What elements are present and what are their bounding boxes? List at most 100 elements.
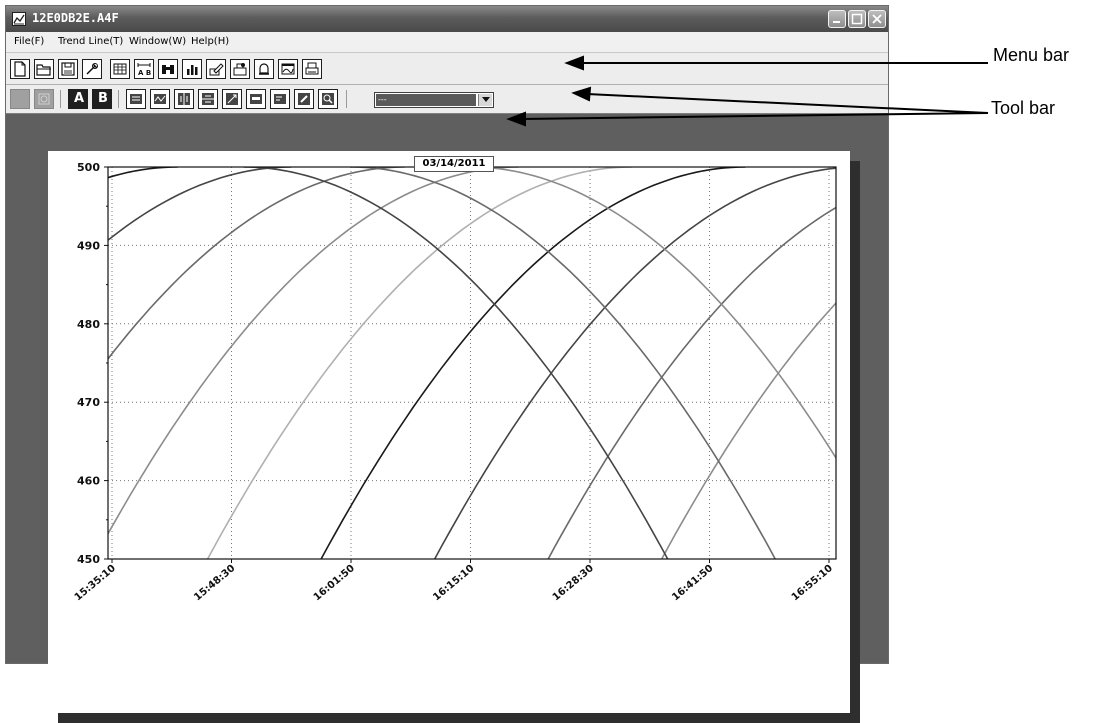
x-tick-label: 16:41:50 [670,563,715,603]
trend-select-combo[interactable]: --- [374,92,494,108]
split-horizontal-icon [202,93,214,105]
zoom-button[interactable] [318,89,338,109]
menu-window[interactable]: Window(W) [129,36,186,47]
plot-frame [107,166,837,560]
y-tick-label: 500 [77,161,100,174]
trend-line-rising[interactable] [660,167,850,559]
comment-icon [250,94,262,104]
x-tick-label: 16:28:30 [551,563,596,603]
refresh-icon [38,93,50,105]
waveform-icon [154,94,166,104]
trend-line-rising[interactable] [48,167,64,559]
trend-line-rising[interactable] [206,167,632,559]
toolbar-separator [60,90,61,108]
trend-app-icon [12,12,26,26]
trend-line-rising[interactable] [547,167,850,559]
open-button[interactable] [34,59,54,79]
maximize-icon [851,13,863,25]
maximize-button[interactable] [848,10,866,28]
toolbar-separator [346,90,347,108]
print-settings-button[interactable] [230,59,250,79]
waveform-button[interactable] [150,89,170,109]
combo-dropdown-button[interactable] [478,94,492,106]
record-button[interactable] [10,89,30,109]
bar-chart-button[interactable] [182,59,202,79]
trend-workspace: 500 490 480 470 460 450 15:35:10 15:48:30 16:01:… [6,114,888,723]
tool-bar: A B --- [6,85,888,114]
minimize-icon [833,21,840,23]
svg-text:A B: A B [138,69,151,77]
cursor-a-button[interactable]: A [68,89,88,109]
menu-file[interactable]: File(F) [14,36,44,47]
split-horizontal-button[interactable] [198,89,218,109]
pen-button[interactable] [294,89,314,109]
window-title: 12E0DB2E.A4F [32,11,119,25]
data-button[interactable] [126,89,146,109]
trend-window-button[interactable] [278,59,298,79]
trend-line-rising[interactable] [94,167,519,559]
trend-line-rising[interactable] [48,167,292,559]
trend-line-falling[interactable] [470,167,851,559]
new-file-icon [14,61,26,77]
alarm-icon [259,63,269,75]
save-icon [61,62,75,76]
menu-bar: File(F) Trend Line(T) Window(W) Help(H) [6,32,888,53]
data-icon [130,94,142,104]
close-button[interactable] [868,10,886,28]
toolbar-separator [118,90,119,108]
y-tick-label: 450 [77,553,100,566]
chevron-down-icon [482,97,490,102]
cursor-a-icon: A [74,91,85,106]
x-tick-label: 16:01:50 [312,563,357,603]
menu-help[interactable]: Help(H) [191,36,229,47]
trend-line-rising[interactable] [320,167,746,559]
zoom-icon [322,93,334,105]
alarm-button[interactable] [254,59,274,79]
y-tick-label: 460 [77,475,100,488]
trend-chart[interactable]: 500 490 480 470 460 45015:35:10 15:48:30 16:01:… [48,151,850,713]
trend-window-icon [281,63,295,75]
ab-scale-button[interactable]: A B [134,59,154,79]
y-tick-label: 480 [77,318,100,331]
trend-line-falling[interactable] [243,167,669,559]
binoculars-icon [162,65,174,74]
cursor-b-button[interactable]: B [92,89,112,109]
trend-line-rising[interactable] [48,167,178,559]
open-folder-icon [36,64,51,76]
scale-icon [226,93,238,105]
y-tick-label: 490 [77,239,100,252]
y-tick-label: 470 [77,396,100,409]
record-icon [15,94,25,104]
close-icon [872,14,882,24]
comment-button[interactable] [246,89,266,109]
menu-bar-annotation: Menu bar [993,45,1070,65]
trend-line-falling[interactable] [350,167,776,559]
refresh-button[interactable] [34,89,54,109]
x-tick-label: 16:15:10 [431,563,476,603]
minimize-button[interactable] [828,10,846,28]
bar-chart-icon [187,65,198,75]
edit-button[interactable] [206,59,226,79]
search-button[interactable] [158,59,178,79]
print-settings-icon [233,63,247,76]
split-vertical-button[interactable] [174,89,194,109]
new-file-button[interactable] [10,59,30,79]
table-button[interactable] [110,59,130,79]
x-tick-label: 15:35:10 [73,563,118,603]
trend-chart-panel[interactable]: 500 490 480 470 460 450 15:35:10 15:48:30 16:01:… [48,151,850,713]
title-bar[interactable]: 12E0DB2E.A4F [6,6,888,32]
print-button[interactable] [302,59,322,79]
save-button[interactable] [58,59,78,79]
x-tick-label: 16:55:10 [790,563,835,603]
tool-bar-annotation: Tool bar [991,98,1056,118]
note-icon [274,94,286,104]
scale-button[interactable] [222,89,242,109]
table-icon [113,63,127,75]
ab-scale-icon: A B [137,63,151,77]
note-button[interactable] [270,89,290,109]
settings-button[interactable] [82,59,102,79]
menu-trend-line[interactable]: Trend Line(T) [58,36,123,47]
trend-line-rising[interactable] [433,167,850,559]
settings-icon [86,63,98,75]
cursor-b-icon: B [98,91,108,106]
